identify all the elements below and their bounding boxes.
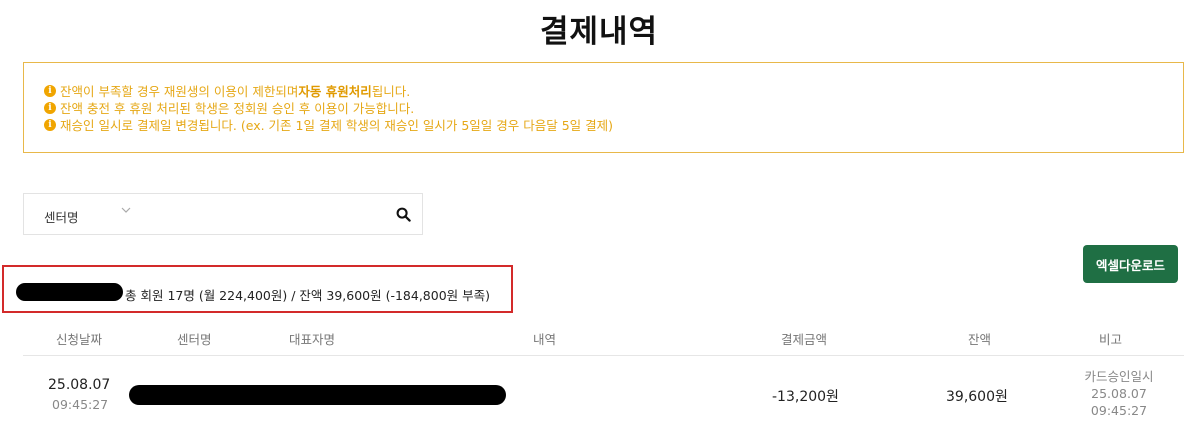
header-details: 내역 [533, 332, 557, 347]
row-amount: -13,200원 [772, 389, 839, 405]
summary-highlight-box: 총 회원 17명 (월 224,400원) / 잔액 39,600원 (-184… [2, 265, 513, 313]
header-date: 신청날짜 [56, 332, 103, 347]
excel-download-button[interactable]: 엑셀다운로드 [1083, 245, 1178, 283]
row-time: 09:45:27 [52, 397, 109, 412]
notice-line: i 잔액이 부족할 경우 재원생의 이용이 제한되며 자동 휴원처리 됩니다. [44, 82, 1183, 99]
summary-text: 총 회원 17명 (월 224,400원) / 잔액 39,600원 (-184… [125, 288, 491, 303]
header-center: 센터명 [177, 332, 212, 347]
chevron-down-icon[interactable] [120, 204, 132, 216]
search-icon[interactable] [396, 207, 411, 222]
info-circle-icon: i [44, 84, 56, 97]
search-bar: 센터명 [23, 193, 423, 235]
table-header: 신청날짜 센터명 대표자명 내역 결제금액 잔액 비고 [23, 320, 1184, 356]
notice-box: i 잔액이 부족할 경우 재원생의 이용이 제한되며 자동 휴원처리 됩니다. … [23, 62, 1184, 153]
notice-line: i 재승인 일시로 결제일 변경됩니다. (ex. 기존 1일 결제 학생의 재… [44, 116, 1183, 133]
notice-line: i 잔액 충전 후 휴원 처리된 학생은 정회원 승인 후 이용이 가능합니다. [44, 99, 1183, 116]
row-remark: 카드승인일시 25.08.07 09:45:27 [1059, 368, 1179, 419]
header-representative: 대표자명 [289, 332, 336, 347]
row-date: 25.08.07 [48, 377, 111, 393]
center-select[interactable]: 센터명 [44, 207, 79, 226]
header-remark: 비고 [1099, 332, 1123, 347]
row-balance: 39,600원 [946, 389, 1008, 405]
info-circle-icon: i [44, 118, 56, 131]
remark-time: 09:45:27 [1090, 403, 1148, 418]
table-row[interactable]: 25.08.07 09:45:27 -13,200원 39,600원 카드승인일… [23, 357, 1184, 429]
remark-date: 25.08.07 [1091, 386, 1147, 401]
header-amount: 결제금액 [781, 332, 828, 347]
header-balance: 잔액 [968, 332, 992, 347]
remark-title: 카드승인일시 [1084, 369, 1154, 384]
page-title: 결제내역 [539, 14, 659, 50]
notice-text: 재승인 일시로 결제일 변경됩니다. (ex. 기존 1일 결제 학생의 재승인… [60, 118, 614, 133]
redacted-row-info [129, 385, 506, 405]
redacted-center-name [16, 283, 123, 301]
info-circle-icon: i [44, 101, 56, 114]
